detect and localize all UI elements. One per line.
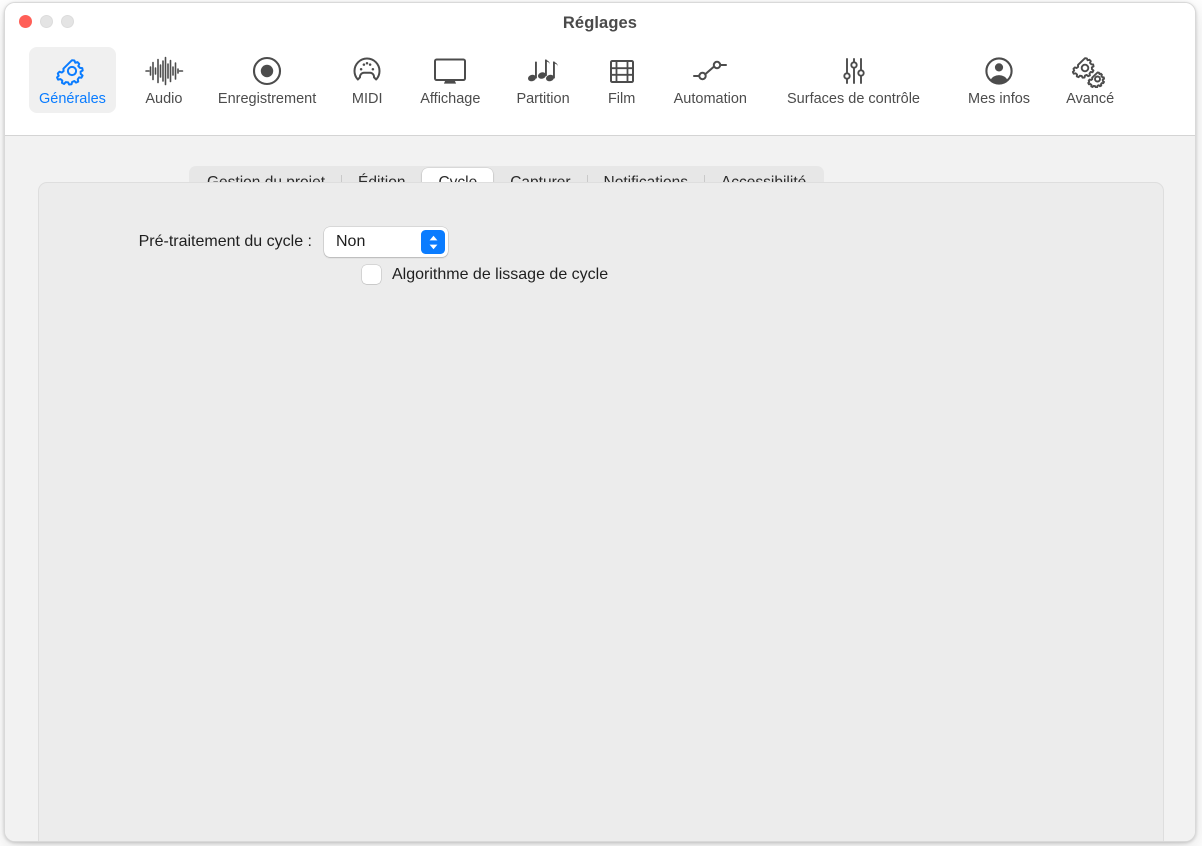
pretreatment-row: Pré-traitement du cycle : Non bbox=[39, 227, 1163, 257]
pretreatment-value: Non bbox=[336, 233, 366, 250]
toolbar-item-partition[interactable]: Partition bbox=[506, 47, 579, 113]
smoothing-row: Algorithme de lissage de cycle bbox=[39, 265, 608, 284]
display-icon bbox=[431, 53, 469, 89]
waveform-icon bbox=[144, 53, 184, 89]
smoothing-checkbox[interactable] bbox=[362, 265, 381, 284]
toolbar-label-audio: Audio bbox=[145, 91, 183, 107]
midi-din-icon bbox=[350, 53, 384, 89]
toolbar-label-surfaces-de-controle: Surfaces de contrôle bbox=[787, 91, 920, 107]
toolbar-item-film[interactable]: Film bbox=[596, 47, 648, 113]
preferences-body: Gestion du projet Édition Cycle Capturer… bbox=[5, 136, 1195, 841]
window-title: Réglages bbox=[562, 14, 638, 32]
automation-nodes-icon bbox=[690, 53, 730, 89]
record-icon bbox=[250, 53, 284, 89]
toolbar-label-enregistrement: Enregistrement bbox=[217, 91, 317, 107]
toolbar-label-automation: Automation bbox=[673, 91, 747, 107]
toolbar-item-avance[interactable]: Avancé bbox=[1056, 47, 1124, 113]
toolbar-item-enregistrement[interactable]: Enregistrement bbox=[208, 47, 326, 113]
toolbar-item-surfaces-de-controle[interactable]: Surfaces de contrôle bbox=[777, 47, 930, 113]
gear-icon bbox=[55, 53, 89, 89]
title-bar: Réglages Générales Audio Enregistrement … bbox=[5, 3, 1195, 136]
settings-window: Réglages Générales Audio Enregistrement … bbox=[4, 2, 1196, 842]
toolbar-item-automation[interactable]: Automation bbox=[664, 47, 757, 113]
toolbar-item-audio[interactable]: Audio bbox=[134, 47, 194, 113]
person-circle-icon bbox=[982, 53, 1016, 89]
toolbar-item-midi[interactable]: MIDI bbox=[340, 47, 394, 113]
music-notes-icon bbox=[525, 53, 561, 89]
toolbar-label-mes-infos: Mes infos bbox=[968, 91, 1031, 107]
toolbar-label-avance: Avancé bbox=[1066, 91, 1115, 107]
settings-panel: Pré-traitement du cycle : Non Algorithme… bbox=[38, 182, 1164, 841]
film-strip-icon bbox=[606, 53, 638, 89]
toolbar-label-midi: MIDI bbox=[351, 91, 383, 107]
toolbar-label-partition: Partition bbox=[516, 91, 570, 107]
sliders-icon bbox=[837, 53, 871, 89]
double-gear-icon bbox=[1071, 53, 1109, 89]
pretreatment-popup-button[interactable]: Non bbox=[324, 227, 448, 257]
smoothing-label: Algorithme de lissage de cycle bbox=[392, 265, 609, 283]
toolbar-label-generales: Générales bbox=[39, 91, 106, 107]
toolbar-item-generales[interactable]: Générales bbox=[29, 47, 116, 113]
preferences-toolbar: Générales Audio Enregistrement MIDI Affi… bbox=[5, 47, 1195, 127]
toolbar-label-affichage: Affichage bbox=[420, 91, 481, 107]
pretreatment-label: Pré-traitement du cycle : bbox=[138, 233, 312, 250]
toolbar-label-film: Film bbox=[607, 91, 636, 107]
chevron-up-down-icon bbox=[421, 230, 445, 254]
toolbar-item-affichage[interactable]: Affichage bbox=[410, 47, 490, 113]
toolbar-item-mes-infos[interactable]: Mes infos bbox=[958, 47, 1040, 113]
